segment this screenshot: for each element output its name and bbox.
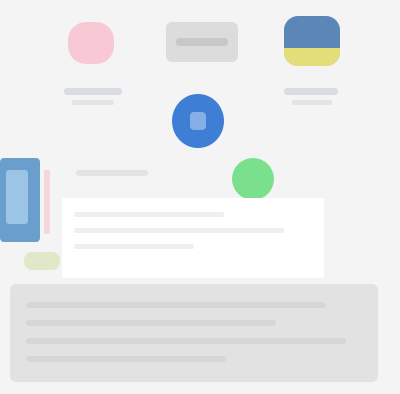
status-badge (24, 252, 60, 270)
home-screen (0, 0, 400, 394)
green-circle-icon[interactable] (232, 158, 274, 200)
gray-app-icon[interactable] (166, 22, 238, 62)
flag-app-icon[interactable] (284, 16, 340, 66)
text-line (26, 338, 346, 344)
panel-text-line (74, 212, 224, 217)
text-line (26, 320, 276, 326)
content-panel[interactable] (62, 198, 324, 278)
pink-app-icon[interactable] (68, 22, 114, 64)
app-label-flag (284, 88, 338, 95)
section-label (76, 170, 148, 176)
app-sublabel-flag (292, 100, 332, 105)
side-panel-thumbnail[interactable] (0, 158, 40, 242)
app-sublabel-pink (72, 100, 114, 105)
panel-text (62, 198, 63, 199)
side-stripe (44, 170, 50, 234)
panel-text-line (74, 228, 284, 233)
section-label-text (76, 170, 77, 171)
blue-circle-icon[interactable] (172, 94, 224, 148)
bottom-content-block (10, 284, 378, 382)
text-line (26, 356, 226, 362)
panel-text-line (74, 244, 194, 249)
app-label-pink (64, 88, 122, 95)
text-line (26, 302, 326, 308)
